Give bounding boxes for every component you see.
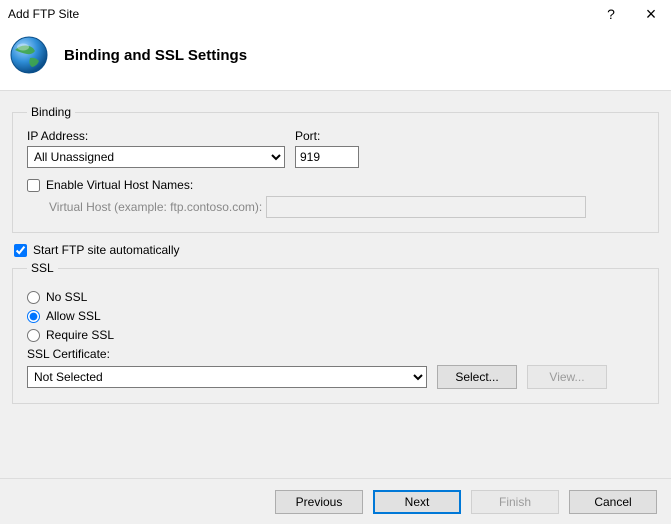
select-cert-button[interactable]: Select... <box>437 365 517 389</box>
ip-address-select[interactable]: All Unassigned <box>27 146 285 168</box>
enable-vhost-checkbox[interactable] <box>27 179 40 192</box>
port-label: Port: <box>295 129 359 143</box>
enable-vhost-label: Enable Virtual Host Names: <box>46 178 193 192</box>
wizard-header: Binding and SSL Settings <box>0 28 671 91</box>
vhost-input <box>266 196 586 218</box>
ip-address-label: IP Address: <box>27 129 285 143</box>
view-cert-button: View... <box>527 365 607 389</box>
allow-ssl-label: Allow SSL <box>46 309 101 323</box>
ssl-group: SSL No SSL Allow SSL Require SSL SSL Cer… <box>12 261 659 404</box>
globe-icon <box>8 34 50 76</box>
page-title: Binding and SSL Settings <box>64 47 247 64</box>
close-icon: × <box>646 4 657 25</box>
help-icon: ? <box>607 6 615 22</box>
ssl-cert-label: SSL Certificate: <box>27 347 644 361</box>
next-button[interactable]: Next <box>373 490 461 514</box>
previous-button[interactable]: Previous <box>275 490 363 514</box>
binding-group: Binding IP Address: All Unassigned Port:… <box>12 105 659 233</box>
binding-legend: Binding <box>27 105 75 119</box>
no-ssl-radio[interactable] <box>27 291 40 304</box>
wizard-footer: Previous Next Finish Cancel <box>0 478 671 524</box>
require-ssl-radio[interactable] <box>27 329 40 342</box>
finish-button: Finish <box>471 490 559 514</box>
ssl-cert-select[interactable]: Not Selected <box>27 366 427 388</box>
titlebar-controls: ? × <box>591 0 671 28</box>
content-area: Binding IP Address: All Unassigned Port:… <box>0 91 671 478</box>
cancel-button[interactable]: Cancel <box>569 490 657 514</box>
autostart-label: Start FTP site automatically <box>33 243 180 257</box>
title-bar: Add FTP Site ? × <box>0 0 671 28</box>
window-title: Add FTP Site <box>8 7 79 21</box>
require-ssl-label: Require SSL <box>46 328 114 342</box>
close-button[interactable]: × <box>631 0 671 28</box>
port-input[interactable] <box>295 146 359 168</box>
no-ssl-label: No SSL <box>46 290 87 304</box>
help-button[interactable]: ? <box>591 0 631 28</box>
allow-ssl-radio[interactable] <box>27 310 40 323</box>
vhost-label: Virtual Host (example: ftp.contoso.com): <box>49 200 262 214</box>
autostart-checkbox[interactable] <box>14 244 27 257</box>
ssl-legend: SSL <box>27 261 58 275</box>
